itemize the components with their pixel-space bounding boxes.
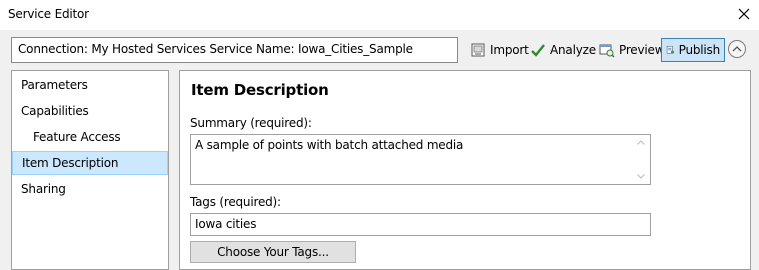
- title-bar: Service Editor: [0, 0, 759, 30]
- tags-label: Tags (required):: [190, 195, 281, 209]
- analyze-button[interactable]: Analyze: [526, 38, 600, 62]
- preview-button[interactable]: Preview: [595, 38, 668, 62]
- checkmark-icon: [531, 44, 545, 57]
- publish-icon: [666, 45, 675, 54]
- close-button[interactable]: [734, 4, 754, 24]
- summary-text: A sample of points with batch attached m…: [195, 138, 464, 152]
- main-panel: Item Description Summary (required): A s…: [179, 70, 751, 270]
- analyze-label: Analyze: [550, 43, 596, 57]
- page-title: Item Description: [191, 81, 329, 99]
- publish-label: Publish: [678, 43, 721, 57]
- scroll-down-icon[interactable]: [637, 174, 645, 179]
- tags-input[interactable]: Iowa cities: [190, 213, 651, 236]
- choose-tags-button[interactable]: Choose Your Tags...: [190, 241, 356, 263]
- summary-textarea[interactable]: A sample of points with batch attached m…: [190, 134, 651, 185]
- chevron-up-icon: [732, 46, 742, 52]
- publish-button[interactable]: Publish: [661, 38, 725, 62]
- import-icon: [471, 43, 485, 57]
- sidebar-item-capabilities[interactable]: Capabilities: [12, 99, 168, 123]
- connection-field: Connection: My Hosted Services Service N…: [11, 37, 458, 63]
- sidebar-item-parameters[interactable]: Parameters: [12, 73, 168, 97]
- preview-label: Preview: [619, 43, 665, 57]
- preview-icon: [599, 44, 615, 58]
- sidebar: Parameters Capabilities Feature Access I…: [11, 70, 169, 270]
- collapse-button[interactable]: [728, 40, 746, 58]
- import-label: Import: [490, 43, 529, 57]
- import-button[interactable]: Import: [466, 38, 533, 62]
- sidebar-item-feature-access[interactable]: Feature Access: [12, 125, 168, 149]
- window-title: Service Editor: [8, 7, 89, 21]
- scroll-up-icon[interactable]: [637, 140, 645, 145]
- summary-label: Summary (required):: [190, 116, 312, 130]
- sidebar-item-item-description[interactable]: Item Description: [12, 151, 168, 175]
- close-icon: [738, 8, 750, 20]
- sidebar-item-sharing[interactable]: Sharing: [12, 177, 168, 201]
